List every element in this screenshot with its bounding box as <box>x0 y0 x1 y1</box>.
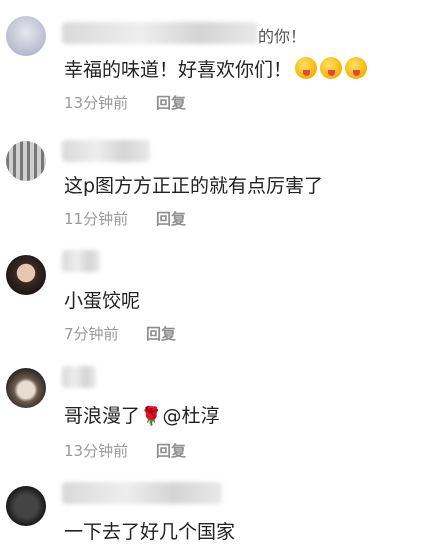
avatar[interactable] <box>6 141 46 181</box>
face-tongue-icon <box>320 57 343 79</box>
comment-text: 幸福的味道！好喜欢你们！ <box>64 55 368 82</box>
avatar[interactable] <box>6 16 46 56</box>
username-blurred[interactable] <box>62 140 150 162</box>
comment-text-body: 哥浪漫了 <box>64 405 141 427</box>
rose-icon: 🌹 <box>140 406 163 427</box>
avatar[interactable] <box>6 368 46 408</box>
face-tongue-icon <box>295 57 318 79</box>
comment-text: 这p图方方正正的就有点厉害了 <box>64 175 324 197</box>
reply-button[interactable]: 回复 <box>156 208 186 229</box>
username-blurred[interactable] <box>62 250 100 272</box>
reply-button[interactable]: 回复 <box>156 92 186 113</box>
comment-time: 13分钟前 <box>64 442 129 460</box>
face-tongue-icon <box>345 57 368 79</box>
comment-time: 13分钟前 <box>64 94 129 112</box>
avatar[interactable] <box>6 255 46 295</box>
username-tail: 的你！ <box>258 27 307 46</box>
comment-text: 哥浪漫了🌹@杜淳 <box>64 401 219 428</box>
reply-button[interactable]: 回复 <box>156 440 186 461</box>
comment-text-body: 幸福的味道！好喜欢你们！ <box>64 59 293 81</box>
comment-time: 11分钟前 <box>64 210 129 228</box>
username-blurred[interactable] <box>62 366 96 388</box>
comment-time: 7分钟前 <box>64 325 119 343</box>
avatar[interactable] <box>6 486 46 526</box>
comment-text: 一下去了好几个国家 <box>64 521 236 543</box>
reply-button[interactable]: 回复 <box>146 323 176 344</box>
mention-link[interactable]: @杜淳 <box>162 405 219 427</box>
comment-text: 小蛋饺呢 <box>64 290 141 312</box>
username-blurred[interactable] <box>62 22 258 44</box>
username-blurred[interactable] <box>62 482 222 504</box>
